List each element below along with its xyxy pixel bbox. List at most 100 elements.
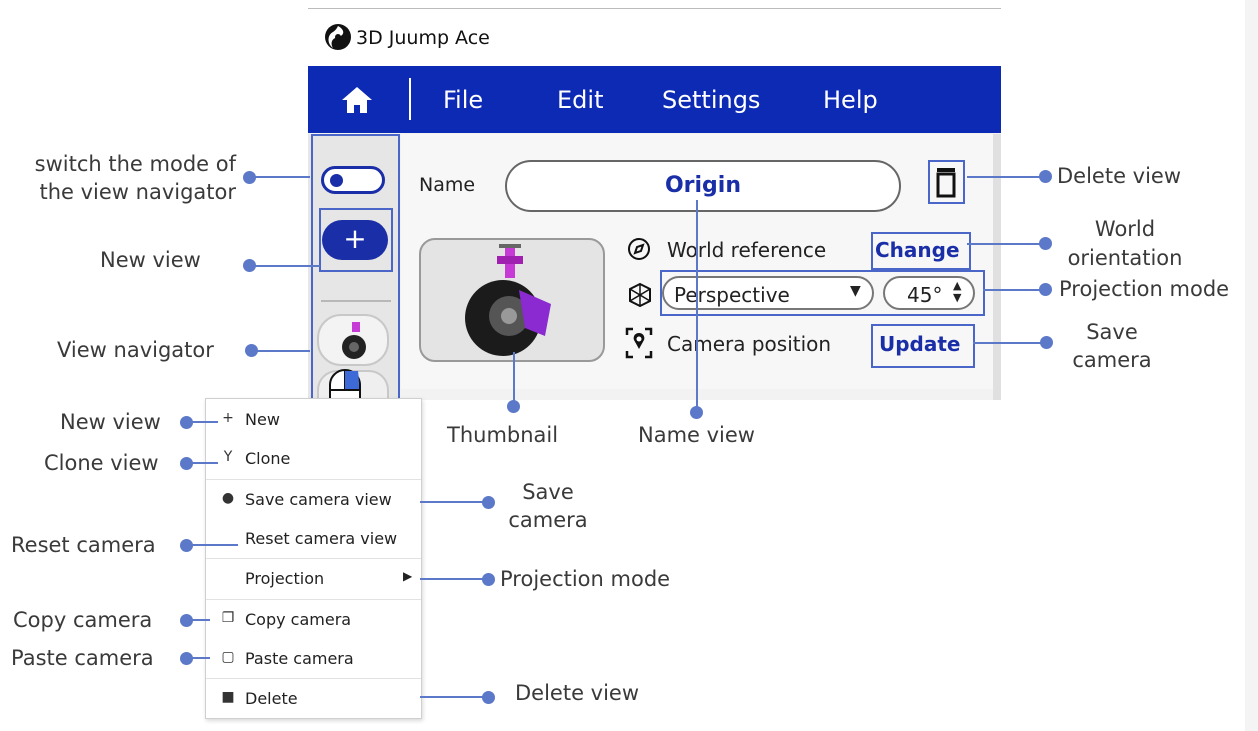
projection-cube-icon [629,282,651,308]
fov-stepper[interactable]: 45° ▲ ▼ [883,276,975,310]
view-navigator: + [308,134,400,415]
menu-separator [409,78,411,120]
update-button[interactable]: Update [879,332,961,356]
scrollbar[interactable] [993,134,1001,400]
callout-line [186,421,218,423]
callout-line [250,176,310,178]
context-menu: + New Y Clone ● Save camera view Reset c… [205,398,422,719]
callout-ctx-reset-camera: Reset camera [11,533,156,557]
navigator-mode-toggle[interactable] [321,166,385,194]
camera-position-icon [625,327,653,359]
menu-settings[interactable]: Settings [662,86,760,114]
fov-value: 45° [907,283,943,307]
name-field[interactable]: Origin [505,160,901,212]
callout-line [420,696,484,698]
app-logo-icon [325,24,351,50]
callout-dot [507,400,520,413]
callout-thumbnail: Thumbnail [447,423,559,447]
ctx-item-clone[interactable]: Y Clone [206,439,421,478]
ctx-label: Delete [245,689,298,708]
ctx-item-paste-camera[interactable]: ▢ Paste camera [206,639,421,678]
callout-line [967,176,1043,178]
callout-dot [482,573,495,586]
paste-icon: ▢ [221,649,235,665]
callout-save-camera: Save camera [1062,318,1162,374]
name-label: Name [419,174,476,196]
callout-ctx-save-camera: Save camera [498,478,598,534]
ctx-item-projection[interactable]: Projection ▶ [206,559,421,598]
ctx-item-save-camera[interactable]: ● Save camera view [206,480,421,519]
callout-ctx-projection-mode: Projection mode [500,567,671,591]
callout-line [252,350,310,352]
callout-text: the view navigator [39,180,236,204]
ctx-item-copy-camera[interactable]: ❐ Copy camera [206,600,421,639]
callout-ctx-new-view: New view [60,410,161,434]
callout-text: Save [1086,320,1138,344]
toggle-knob [330,174,343,187]
ctx-label: Paste camera [245,649,354,668]
view-thumbnail-item[interactable] [317,314,389,366]
ctx-label: Reset camera view [245,529,398,548]
callout-ctx-clone-view: Clone view [44,451,159,475]
ctx-label: Projection [245,569,325,588]
projection-value: Perspective [674,283,790,307]
camera-position-label: Camera position [667,332,832,356]
change-button[interactable]: Change [875,238,960,262]
menu-bar: File Edit Settings Help [308,66,1001,133]
ctx-item-new[interactable]: + New [206,400,421,439]
callout-line [983,289,1043,291]
callout-dot [1039,283,1052,296]
callout-projection-mode: Projection mode [1059,277,1230,301]
submenu-arrow-icon: ▶ [403,569,413,583]
navigator-divider [321,300,391,302]
wheel-icon [342,322,366,359]
callout-line [186,462,218,464]
callout-switch-mode: switch the mode of the view navigator [22,150,236,206]
callout-text: Save [522,480,574,504]
home-icon[interactable] [340,85,374,115]
callout-new-view: New view [100,248,201,272]
callout-dot [482,496,495,509]
callout-delete-view: Delete view [1057,164,1182,188]
clone-icon: Y [223,449,233,465]
callout-name-view: Name view [638,423,755,447]
view-thumbnail [419,238,605,362]
callout-dot [482,691,495,704]
ctx-label: New [245,410,280,429]
ctx-item-reset-camera[interactable]: Reset camera view [206,519,421,558]
menu-edit[interactable]: Edit [557,86,603,114]
callout-line [513,352,515,404]
new-view-button[interactable]: + [322,220,388,260]
trash-icon: ■ [221,689,235,705]
callout-line [696,200,698,410]
callout-text: camera [508,508,588,532]
projection-select[interactable]: Perspective ▼ [662,276,874,310]
stepper-arrows-icon[interactable]: ▲ ▼ [953,280,961,304]
menu-file[interactable]: File [443,86,483,114]
callout-dot [1040,336,1053,349]
callout-text: orientation [1067,246,1183,270]
page-edge [1245,0,1258,731]
callout-line [186,619,210,621]
ctx-label: Copy camera [245,610,352,629]
callout-text: camera [1072,348,1152,372]
callout-ctx-paste-camera: Paste camera [11,646,154,670]
callout-text: World [1094,217,1156,241]
menu-help[interactable]: Help [823,86,878,114]
callout-dot [1039,237,1052,250]
callout-dot [1039,170,1052,183]
trash-icon[interactable] [933,166,959,198]
callout-world-orientation: World orientation [1060,215,1190,273]
name-value: Origin [664,173,742,198]
callout-line [186,544,238,546]
callout-view-navigator: View navigator [57,338,214,362]
ctx-label: Clone [245,449,291,468]
callout-line [250,265,320,267]
ctx-label: Save camera view [245,490,392,509]
ctx-item-delete[interactable]: ■ Delete [206,679,421,718]
pin-icon: ● [221,490,235,506]
callout-ctx-copy-camera: Copy camera [13,608,153,632]
copy-icon: ❐ [221,610,235,626]
callout-dot [690,406,703,419]
chevron-down-icon: ▼ [850,283,861,299]
